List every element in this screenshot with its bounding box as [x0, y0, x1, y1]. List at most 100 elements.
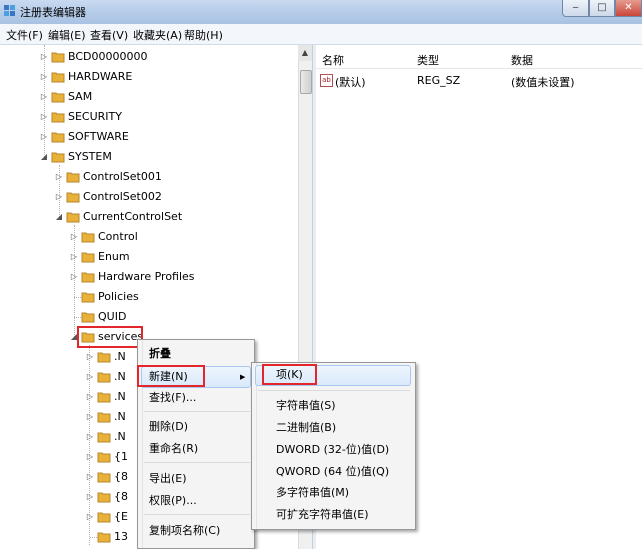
- tree-node-label: .N: [114, 370, 126, 383]
- menu-item-rename[interactable]: 重命名(R): [149, 440, 198, 458]
- expand-arrow-icon[interactable]: ▷: [40, 112, 48, 122]
- folder-icon: [81, 312, 95, 323]
- tree-node-label: ControlSet001: [83, 170, 162, 183]
- folder-icon: [97, 472, 111, 483]
- scroll-up-arrow[interactable]: ▲: [298, 45, 312, 61]
- folder-icon: [51, 152, 65, 163]
- tree-connector: [74, 297, 81, 298]
- menu-separator: [144, 411, 250, 412]
- submenu-item-binary[interactable]: 二进制值(B): [276, 419, 336, 437]
- column-header-type[interactable]: 类型: [417, 52, 439, 68]
- collapse-arrow-icon[interactable]: ◢: [55, 212, 63, 222]
- folder-icon: [97, 512, 111, 523]
- submenu-item-string[interactable]: 字符串值(S): [276, 397, 336, 415]
- menu-favorites[interactable]: 收藏夹(A): [133, 27, 182, 43]
- submenu-arrow-icon: ▶: [240, 373, 246, 381]
- title-bar[interactable]: 注册表编辑器 ‒ □ ✕: [0, 0, 642, 24]
- menu-item-export[interactable]: 导出(E): [149, 470, 187, 488]
- regedit-app-icon: [4, 5, 15, 16]
- menu-help[interactable]: 帮助(H): [184, 27, 223, 43]
- expand-arrow-icon[interactable]: ▷: [86, 472, 94, 482]
- menu-item-permissions[interactable]: 权限(P)...: [149, 492, 197, 510]
- value-name: (默认): [335, 76, 366, 89]
- minimize-button[interactable]: ‒: [562, 0, 589, 17]
- scroll-thumb[interactable]: [300, 70, 312, 94]
- expand-arrow-icon[interactable]: ▷: [86, 512, 94, 522]
- menu-item-find[interactable]: 查找(F)...: [149, 389, 196, 407]
- expand-arrow-icon[interactable]: ▷: [86, 372, 94, 382]
- column-header-data[interactable]: 数据: [511, 52, 533, 68]
- folder-icon: [66, 192, 80, 203]
- context-menu: 折叠 新建(N) ▶ 查找(F)... 删除(D) 重命名(R) 导出(E) 权…: [137, 339, 255, 549]
- expand-arrow-icon[interactable]: ▷: [86, 452, 94, 462]
- expand-arrow-icon[interactable]: ▷: [86, 412, 94, 422]
- tree-node-label: .N: [114, 350, 126, 363]
- menu-item-collapse[interactable]: 折叠: [149, 345, 171, 363]
- folder-icon: [97, 432, 111, 443]
- folder-icon: [97, 392, 111, 403]
- menu-item-copy-key-name[interactable]: 复制项名称(C): [149, 522, 220, 540]
- expand-arrow-icon[interactable]: ▷: [40, 52, 48, 62]
- services-highlight-box: [77, 326, 143, 348]
- tree-node-label: SAM: [68, 90, 93, 103]
- folder-icon: [81, 232, 95, 243]
- menu-view[interactable]: 查看(V): [90, 27, 128, 43]
- tree-node-label: HARDWARE: [68, 70, 133, 83]
- value-type: REG_SZ: [417, 74, 461, 87]
- folder-icon: [51, 112, 65, 123]
- folder-icon: [51, 132, 65, 143]
- expand-arrow-icon[interactable]: ▷: [86, 352, 94, 362]
- expand-arrow-icon[interactable]: ▷: [55, 192, 63, 202]
- menu-separator: [144, 462, 250, 463]
- folder-icon: [66, 172, 80, 183]
- expand-arrow-icon[interactable]: ▷: [40, 72, 48, 82]
- tree-node-label: .N: [114, 430, 126, 443]
- column-header-name[interactable]: 名称: [322, 52, 344, 68]
- tree-node-label: {8: [114, 470, 128, 483]
- tree-node-label: {E: [114, 510, 128, 523]
- menu-file[interactable]: 文件(F): [6, 27, 43, 43]
- tree-node-label: CurrentControlSet: [83, 210, 183, 223]
- submenu-item-dword[interactable]: DWORD (32-位)值(D): [276, 441, 389, 459]
- expand-arrow-icon[interactable]: ▷: [55, 172, 63, 182]
- tree-node-label: 13: [114, 530, 128, 543]
- expand-arrow-icon[interactable]: ▷: [86, 432, 94, 442]
- tree-node-label: ControlSet002: [83, 190, 162, 203]
- submenu-item-qword[interactable]: QWORD (64 位)值(Q): [276, 463, 389, 481]
- tree-connector: [74, 317, 81, 318]
- close-button[interactable]: ✕: [615, 0, 642, 17]
- menu-item-delete[interactable]: 删除(D): [149, 418, 188, 436]
- tree-node-label: .N: [114, 410, 126, 423]
- expand-arrow-icon[interactable]: ▷: [86, 492, 94, 502]
- key-highlight-box: [262, 364, 317, 385]
- folder-icon: [97, 372, 111, 383]
- tree-node-label: .N: [114, 390, 126, 403]
- menu-separator: [144, 514, 250, 515]
- tree-node-label: Policies: [98, 290, 139, 303]
- folder-icon: [97, 492, 111, 503]
- tree-node-label: QUID: [98, 310, 127, 323]
- folder-icon: [97, 412, 111, 423]
- tree-node-label: SECURITY: [68, 110, 122, 123]
- new-highlight-box: [137, 365, 205, 387]
- tree-connector: [90, 537, 97, 538]
- maximize-button[interactable]: □: [589, 0, 615, 17]
- submenu-item-expandable-string[interactable]: 可扩充字符串值(E): [276, 506, 369, 524]
- folder-icon: [51, 92, 65, 103]
- expand-arrow-icon[interactable]: ▷: [70, 232, 78, 242]
- expand-arrow-icon[interactable]: ▷: [40, 132, 48, 142]
- window-title: 注册表编辑器: [20, 6, 86, 19]
- tree-node-label: SYSTEM: [68, 150, 112, 163]
- expand-arrow-icon[interactable]: ▷: [70, 252, 78, 262]
- expand-arrow-icon[interactable]: ▷: [40, 92, 48, 102]
- value-row-default[interactable]: ab (默认) REG_SZ (数值未设置): [318, 73, 638, 89]
- folder-icon: [51, 72, 65, 83]
- menu-gutter: [252, 363, 257, 529]
- submenu-item-multi-string[interactable]: 多字符串值(M): [276, 484, 349, 502]
- expand-arrow-icon[interactable]: ▷: [70, 272, 78, 282]
- expand-arrow-icon[interactable]: ▷: [86, 392, 94, 402]
- collapse-arrow-icon[interactable]: ◢: [40, 152, 48, 162]
- folder-icon: [97, 352, 111, 363]
- menu-edit[interactable]: 编辑(E): [48, 27, 86, 43]
- tree-node-label: Enum: [98, 250, 130, 263]
